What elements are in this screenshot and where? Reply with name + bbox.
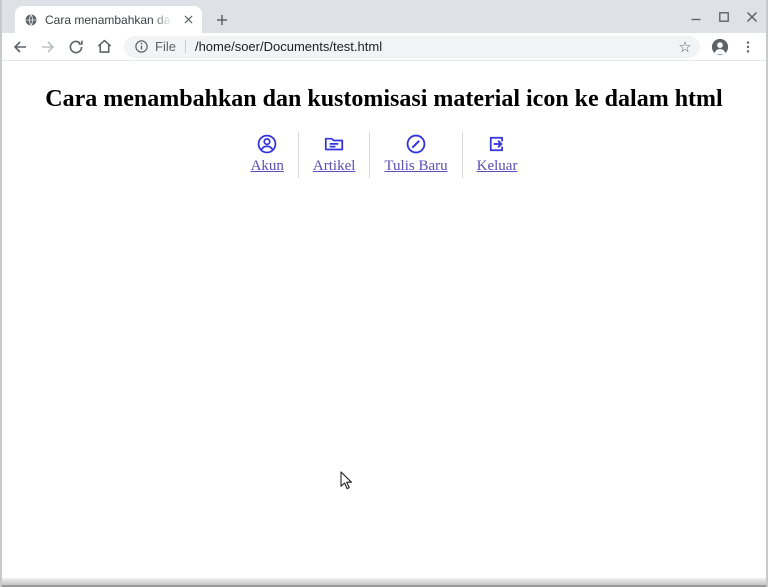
browser-tab[interactable]: Cara menambahkan dan kustomisasi materia… — [15, 6, 202, 33]
address-bar[interactable]: File /home/soer/Documents/test.html ☆ — [124, 36, 700, 58]
nav-link-keluar[interactable]: Keluar — [477, 158, 518, 175]
tab-strip: Cara menambahkan dan kustomisasi materia… — [2, 0, 766, 33]
page-title: Cara menambahkan dan kustomisasi materia… — [2, 86, 766, 113]
window-controls — [687, 8, 760, 25]
window-bottom-edge — [2, 578, 766, 587]
home-icon — [96, 38, 113, 55]
plus-icon — [216, 14, 228, 26]
tab-title: Cara menambahkan dan kustomisasi materia… — [45, 13, 176, 27]
nav-link-akun[interactable]: Akun — [251, 158, 284, 175]
topic-folder-icon — [323, 133, 345, 155]
minimize-button[interactable] — [687, 8, 704, 25]
new-tab-button[interactable] — [210, 8, 234, 32]
kebab-menu-icon[interactable] — [736, 35, 760, 59]
profile-avatar-icon[interactable] — [708, 35, 732, 59]
browser-toolbar: File /home/soer/Documents/test.html ☆ — [2, 33, 766, 61]
edit-circle-icon — [405, 133, 427, 155]
nav-item-akun[interactable]: Akun — [237, 132, 298, 178]
globe-icon — [24, 13, 38, 27]
reload-icon — [68, 39, 84, 55]
url-scheme-label: File — [155, 39, 176, 54]
maximize-button[interactable] — [715, 8, 732, 25]
forward-button[interactable] — [36, 35, 60, 59]
icon-nav: Akun Artikel Tulis Baru — [2, 132, 766, 178]
back-button[interactable] — [8, 35, 32, 59]
bookmark-star-icon[interactable]: ☆ — [674, 36, 696, 58]
url-text: /home/soer/Documents/test.html — [195, 39, 674, 54]
arrow-left-icon — [12, 39, 28, 55]
arrow-right-icon — [40, 39, 56, 55]
page-content: Cara menambahkan dan kustomisasi materia… — [2, 61, 766, 578]
home-button[interactable] — [92, 35, 116, 59]
close-window-button[interactable] — [743, 8, 760, 25]
nav-link-artikel[interactable]: Artikel — [313, 158, 356, 175]
url-separator — [185, 40, 186, 53]
nav-item-tulis-baru[interactable]: Tulis Baru — [369, 132, 461, 178]
tab-close-icon[interactable] — [180, 12, 196, 28]
reload-button[interactable] — [64, 35, 88, 59]
exit-to-app-icon — [486, 133, 508, 155]
info-icon[interactable] — [134, 39, 149, 54]
nav-link-tulis-baru[interactable]: Tulis Baru — [384, 158, 447, 175]
mouse-cursor — [340, 471, 353, 491]
browser-window: Cara menambahkan dan kustomisasi materia… — [0, 0, 768, 587]
nav-item-artikel[interactable]: Artikel — [298, 132, 370, 178]
nav-item-keluar[interactable]: Keluar — [462, 132, 532, 178]
account-circle-icon — [256, 133, 278, 155]
